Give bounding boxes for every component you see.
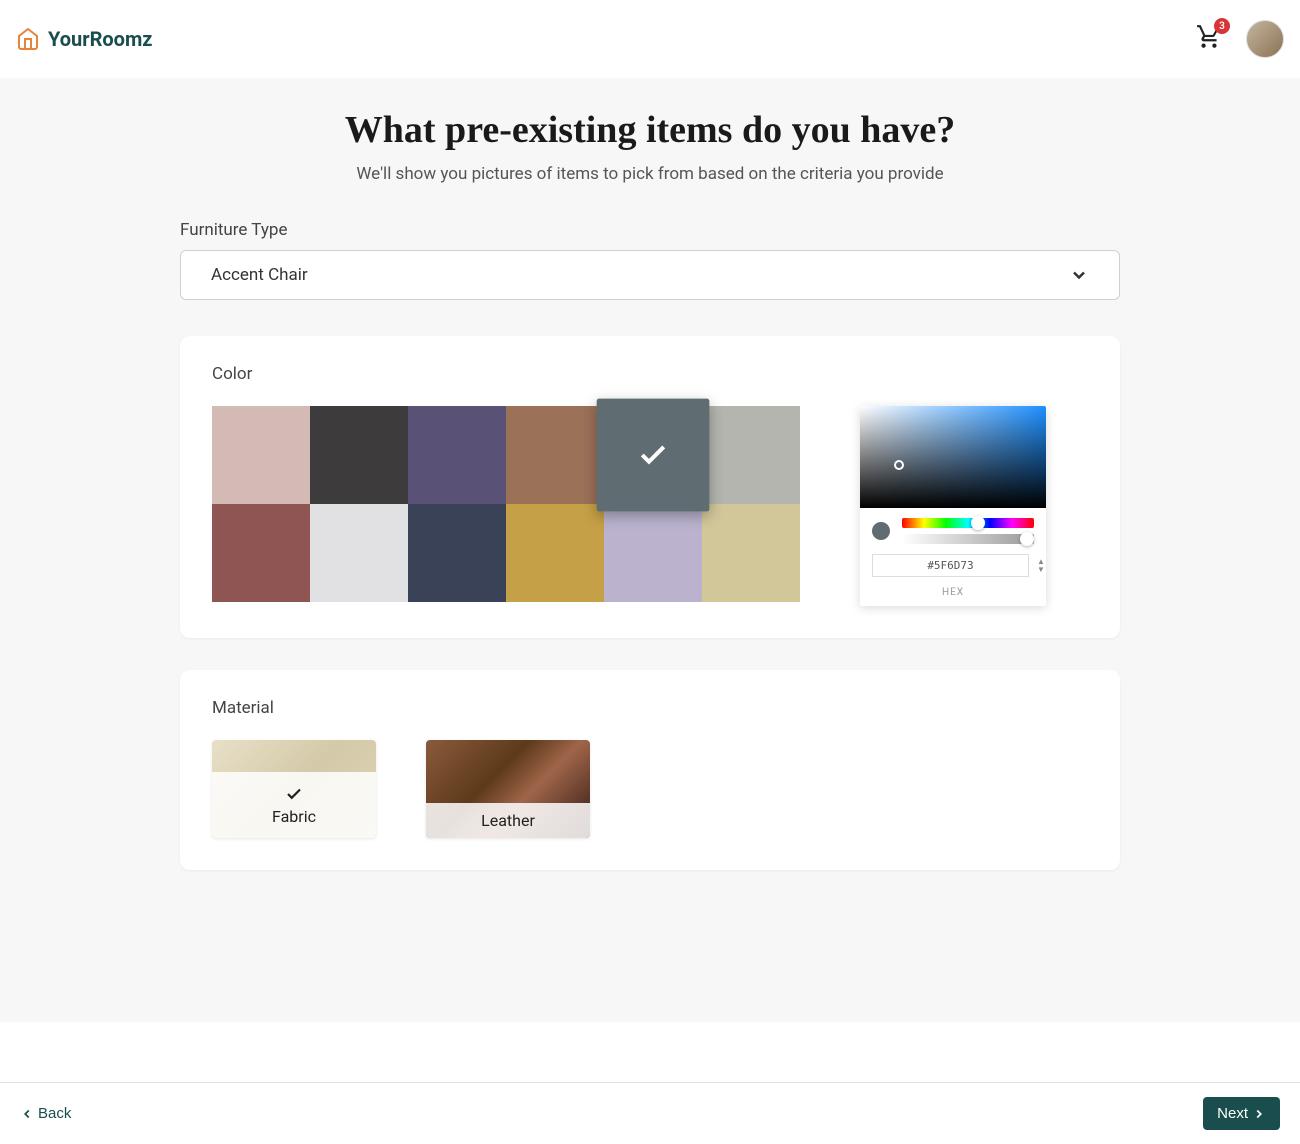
page-subtitle: We'll show you pictures of items to pick… xyxy=(180,164,1120,184)
chevron-right-icon xyxy=(1252,1107,1266,1121)
material-option[interactable]: Leather xyxy=(426,740,590,838)
check-icon xyxy=(637,439,669,471)
furniture-type-value: Accent Chair xyxy=(211,265,308,285)
cart-badge: 3 xyxy=(1214,18,1230,34)
back-label: Back xyxy=(38,1105,71,1122)
home-icon xyxy=(16,27,40,51)
chevron-down-icon xyxy=(1069,265,1089,285)
logo[interactable]: YourRoomz xyxy=(16,27,152,51)
color-swatch[interactable] xyxy=(408,504,506,602)
material-name: Leather xyxy=(481,811,535,830)
picker-cursor[interactable] xyxy=(894,460,904,470)
material-label-bar: Fabric xyxy=(212,772,376,838)
avatar[interactable] xyxy=(1246,20,1284,58)
hue-thumb[interactable] xyxy=(971,516,985,530)
material-label: Material xyxy=(212,698,1088,718)
alpha-thumb[interactable] xyxy=(1020,532,1034,546)
page-title: What pre-existing items do you have? xyxy=(180,108,1120,152)
color-swatch[interactable] xyxy=(310,504,408,602)
furniture-type-label: Furniture Type xyxy=(180,220,1120,240)
material-name: Fabric xyxy=(272,807,316,826)
color-swatch[interactable] xyxy=(506,406,604,504)
color-swatch[interactable] xyxy=(597,399,710,512)
color-swatch[interactable] xyxy=(212,406,310,504)
main-content: What pre-existing items do you have? We'… xyxy=(0,78,1300,1022)
footer-nav: Back Next xyxy=(0,1082,1300,1144)
material-card: Material Fabric Leather xyxy=(180,670,1120,870)
cart-button[interactable]: 3 xyxy=(1196,24,1222,54)
brand-name: YourRoomz xyxy=(48,27,152,51)
color-swatch[interactable] xyxy=(212,504,310,602)
color-picker: ▲▼ HEX xyxy=(860,406,1046,606)
header-actions: 3 xyxy=(1196,20,1284,58)
color-swatch[interactable] xyxy=(702,504,800,602)
header: YourRoomz 3 xyxy=(0,0,1300,78)
material-label-bar: Leather xyxy=(426,803,590,838)
color-preview-dot xyxy=(872,522,890,540)
saturation-area[interactable] xyxy=(860,406,1046,508)
material-options: Fabric Leather xyxy=(212,740,1088,838)
check-icon xyxy=(285,785,303,803)
color-swatch[interactable] xyxy=(506,504,604,602)
back-button[interactable]: Back xyxy=(20,1105,71,1122)
chevron-left-icon xyxy=(20,1107,34,1121)
color-swatches xyxy=(212,406,800,602)
hex-input[interactable] xyxy=(872,554,1029,577)
hex-label: HEX xyxy=(860,587,1046,606)
next-button[interactable]: Next xyxy=(1203,1097,1280,1130)
hue-slider[interactable] xyxy=(902,518,1034,528)
color-swatch[interactable] xyxy=(702,406,800,504)
furniture-type-select[interactable]: Accent Chair xyxy=(180,250,1120,300)
color-label: Color xyxy=(212,364,1088,384)
color-swatch[interactable] xyxy=(408,406,506,504)
material-option[interactable]: Fabric xyxy=(212,740,376,838)
color-swatch[interactable] xyxy=(604,504,702,602)
color-card: Color ▲▼ xyxy=(180,336,1120,638)
next-label: Next xyxy=(1217,1105,1248,1122)
color-swatch[interactable] xyxy=(310,406,408,504)
format-toggle[interactable]: ▲▼ xyxy=(1037,558,1045,574)
alpha-slider[interactable] xyxy=(902,534,1034,544)
